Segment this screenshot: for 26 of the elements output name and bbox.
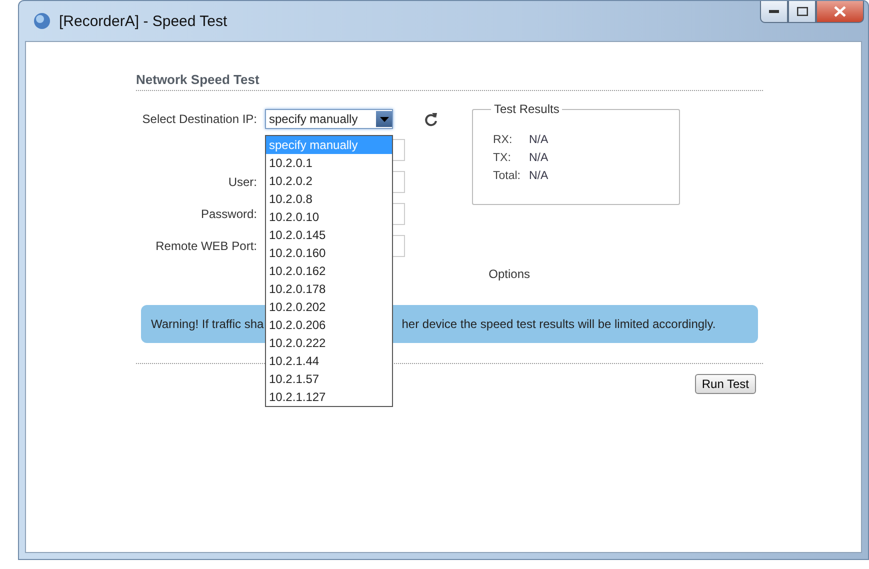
options-label: Options (488, 267, 530, 281)
result-value: N/A (529, 134, 548, 146)
result-label: RX: (493, 134, 514, 146)
refresh-icon[interactable] (424, 111, 438, 127)
field-label: User: (227, 175, 258, 189)
group-title: Test Results (491, 102, 562, 116)
run-test-button[interactable]: Run Test (694, 374, 756, 394)
result-label: TX: (493, 152, 512, 164)
section-title: Network Speed Test (136, 72, 763, 91)
result-value: N/A (529, 170, 548, 182)
maximize-icon (796, 7, 808, 16)
maximize-button[interactable] (788, 1, 816, 23)
minimize-icon (769, 10, 779, 14)
field-label: Remote WEB Port: (154, 239, 258, 253)
minimize-button[interactable] (760, 1, 788, 23)
close-button[interactable] (816, 1, 864, 23)
field-label: Password: (200, 207, 258, 221)
app-icon (33, 12, 51, 30)
destination-select[interactable]: specify manually (265, 109, 393, 129)
result-value: N/A (529, 152, 548, 164)
close-icon (834, 6, 846, 17)
result-label: Total: (493, 170, 522, 182)
warning-text: Warning! If traffic sha (151, 317, 264, 331)
warning-text: her device the speed test results will be limited accordingly. (402, 317, 716, 331)
window-title: [RecorderA] - Speed Test (59, 12, 228, 30)
field-label: Select Destination IP: (141, 112, 258, 126)
